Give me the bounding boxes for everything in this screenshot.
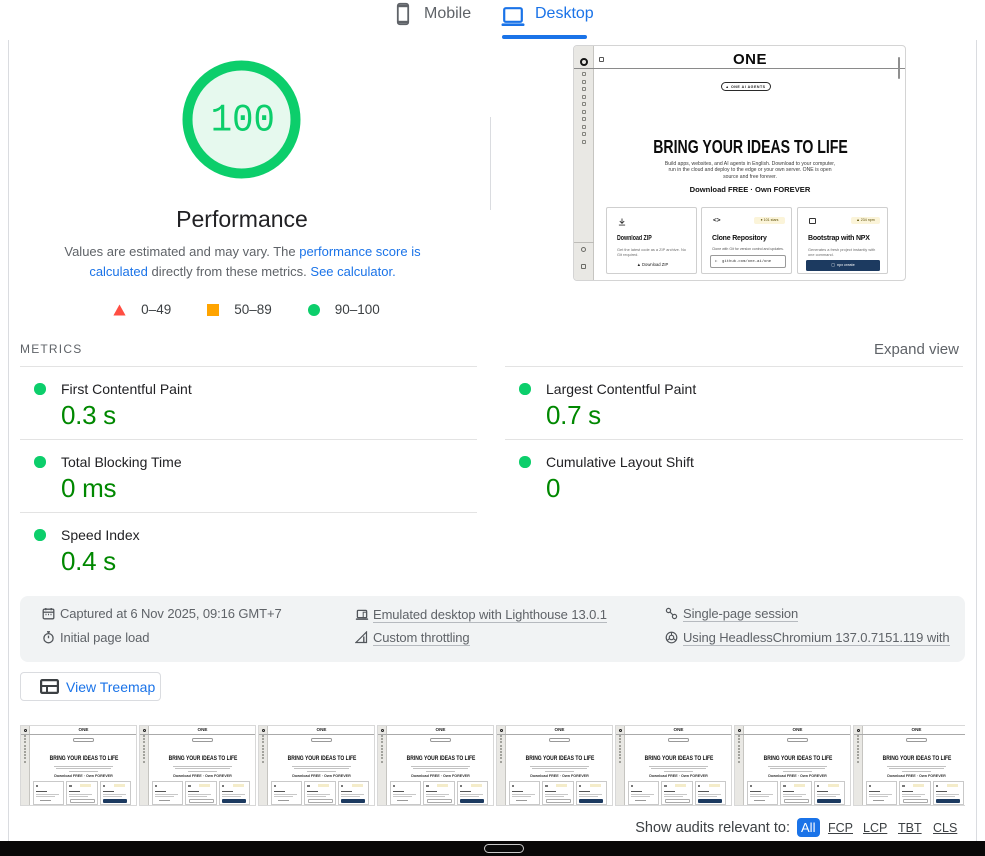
svg-text:100: 100 [211,99,275,143]
